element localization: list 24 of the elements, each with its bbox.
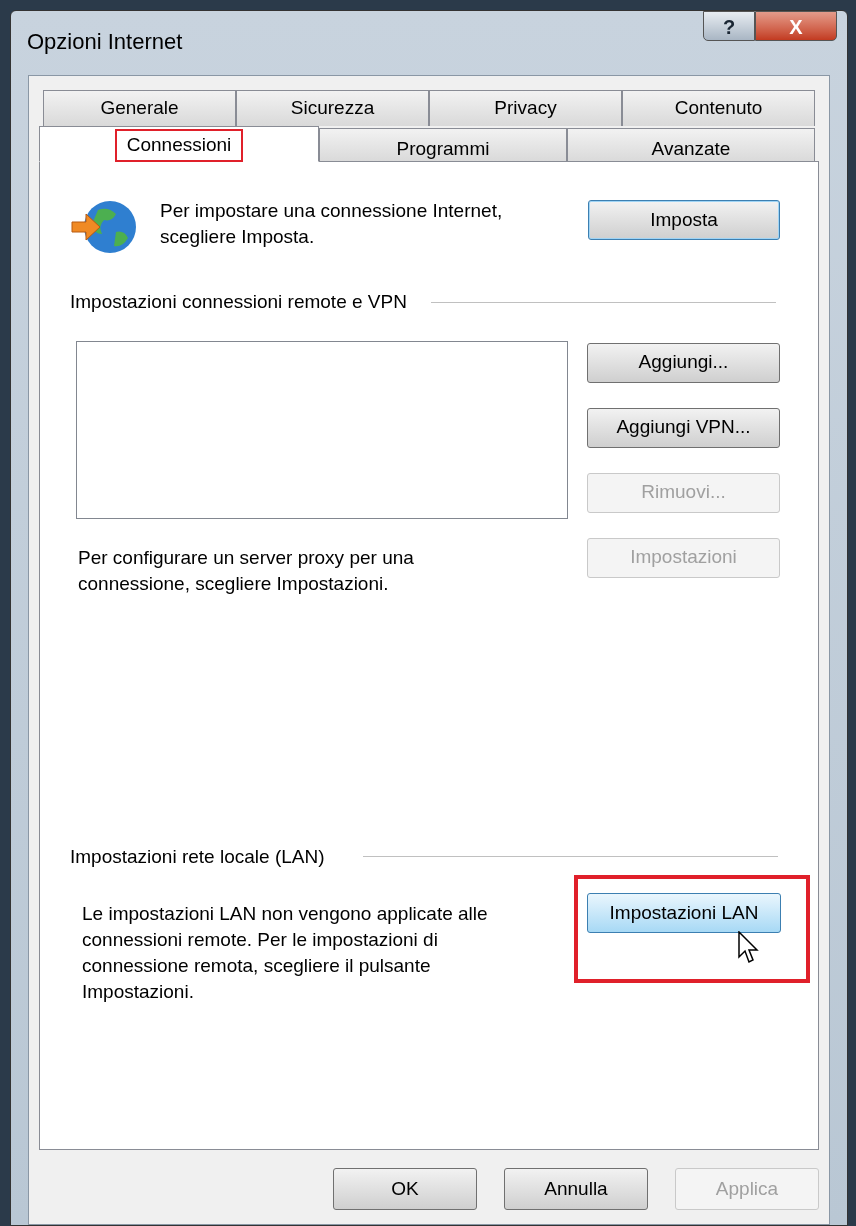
tab[interactable]: Generale: [43, 90, 236, 126]
mouse-pointer-icon: [738, 931, 760, 965]
lan-description: Le impostazioni LAN non vengono applicate alle connessioni remote. Per le impostazioni di connessione remota, scegliere il pulsante Impostazioni.: [82, 902, 489, 1004]
globe-arrow-icon: [70, 198, 138, 256]
tab[interactable]: Privacy: [429, 90, 622, 126]
section-heading: Impostazioni rete locale (LAN): [70, 844, 325, 869]
connections-list[interactable]: [76, 340, 568, 519]
lan-settings-button[interactable]: Impostazioni LAN: [587, 893, 781, 933]
setup-button[interactable]: Imposta: [588, 200, 780, 240]
tab[interactable]: Programmi: [319, 128, 567, 162]
tab[interactable]: Sicurezza: [236, 90, 429, 126]
window-title: Opzioni Internet: [27, 28, 183, 56]
setup-description: Per impostare una connessione Internet, scegliere Imposta.: [160, 199, 504, 249]
help-button[interactable]: ?: [703, 11, 755, 41]
tab[interactable]: Avanzate: [567, 128, 815, 162]
dialog-button[interactable]: Annulla: [504, 1168, 648, 1210]
action-button[interactable]: Aggiungi VPN...: [587, 407, 780, 448]
dialog-button[interactable]: OK: [333, 1168, 477, 1210]
section-heading: Impostazioni connessioni remote e VPN: [70, 290, 407, 314]
tab[interactable]: Contenuto: [622, 90, 815, 126]
tab[interactable]: Connessioni: [39, 126, 319, 162]
close-button[interactable]: X: [755, 11, 837, 41]
proxy-description: Per configurare un server proxy per una connessione, scegliere Impostazioni.: [78, 545, 415, 596]
action-button[interactable]: Aggiungi...: [587, 342, 780, 383]
